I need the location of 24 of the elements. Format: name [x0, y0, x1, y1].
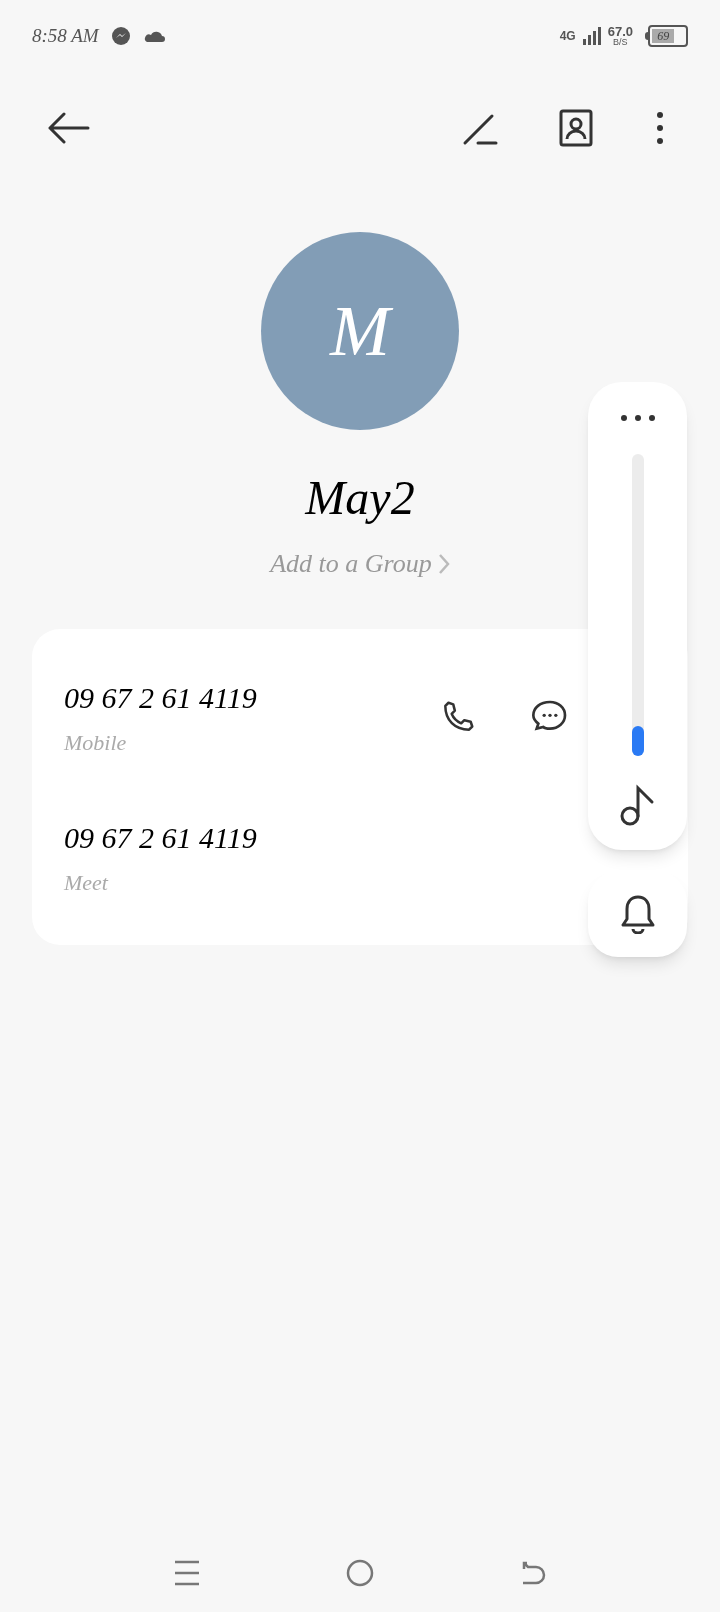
arrow-left-icon: [46, 112, 90, 144]
speed-value: 67.0: [607, 25, 633, 38]
chevron-right-icon: [437, 552, 450, 575]
speed-unit: B/S: [613, 38, 628, 47]
ringer-button[interactable]: [588, 871, 687, 957]
cloud-icon: [142, 29, 165, 43]
menu-icon: [173, 1559, 200, 1587]
more-icon: [656, 111, 664, 145]
contact-name: May2: [305, 474, 415, 522]
messenger-icon: [110, 26, 131, 46]
signal-icon: [581, 26, 602, 46]
bell-icon: [619, 894, 656, 934]
battery-level: 69: [657, 30, 670, 42]
volume-slider[interactable]: [631, 454, 644, 756]
number-label: Meet: [64, 869, 108, 897]
clock: 8:58 AM: [32, 23, 99, 48]
music-note-icon[interactable]: [619, 784, 656, 826]
phone-number[interactable]: 09 67 2 61 4119: [64, 675, 257, 720]
network-type: 4G: [559, 30, 576, 42]
contact-card-icon: [559, 109, 593, 147]
more-icon: [620, 415, 655, 421]
number-label: Mobile: [64, 729, 127, 757]
phone-number[interactable]: 09 67 2 61 4119: [64, 815, 257, 860]
circle-icon: [346, 1559, 374, 1587]
